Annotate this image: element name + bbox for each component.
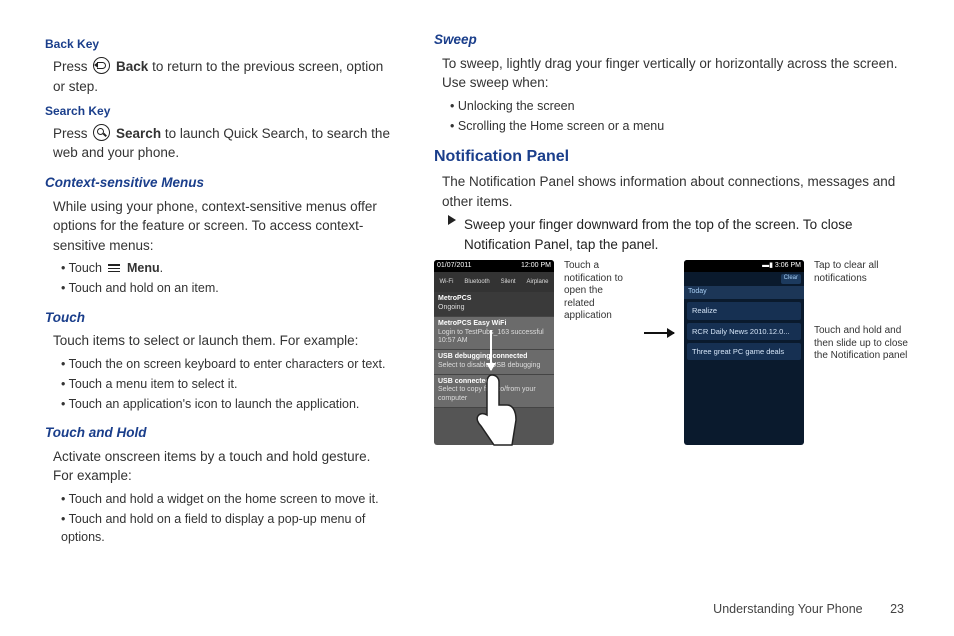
list-item: Touch a menu item to select it. xyxy=(61,375,394,393)
list-item: Scrolling the Home screen or a menu xyxy=(450,117,909,135)
notification-figure: 01/07/2011 12:00 PM Wi-Fi Bluetooth Sile… xyxy=(434,260,909,445)
text: MetroPCS Easy WiFi xyxy=(438,320,506,327)
list-item: Touch and hold on a field to display a p… xyxy=(61,510,394,546)
signal-icon: ▬▮ xyxy=(762,262,773,271)
heading-sweep: Sweep xyxy=(434,30,909,50)
phone2-statusbar: ▬▮ 3:06 PM xyxy=(684,260,804,272)
phone1-section: MetroPCS Ongoing xyxy=(434,292,554,317)
annotation-right: Tap to clear all notifications Touch and… xyxy=(814,260,909,363)
page-columns: Back Key Press Back to return to the pre… xyxy=(0,0,954,562)
annotation-left: Touch a notification to open the related… xyxy=(564,260,634,323)
status-date: 01/07/2011 xyxy=(437,262,472,271)
annotation-close: Touch and hold and then slide up to clos… xyxy=(814,325,909,363)
heading-notification-panel: Notification Panel xyxy=(434,145,909,168)
swipe-down-arrow-icon xyxy=(490,330,492,370)
notif-body: The Notification Panel shows information… xyxy=(442,172,909,211)
phone1-row: MetroPCS Easy WiFi Login to TestPubs_163… xyxy=(434,317,554,350)
touch-hold-list: Touch and hold a widget on the home scre… xyxy=(53,490,394,546)
text: USB connected xyxy=(438,378,490,385)
back-icon xyxy=(93,57,110,74)
sweep-body: To sweep, lightly drag your finger verti… xyxy=(442,54,909,93)
left-column: Back Key Press Back to return to the pre… xyxy=(45,30,394,552)
phone2-card: RCR Daily News 2010.12.0... xyxy=(687,323,801,340)
context-menus-list: Touch Menu. Touch and hold on an item. xyxy=(53,259,394,297)
list-item: Touch and hold a widget on the home scre… xyxy=(61,490,394,508)
search-key-body: Press Search to launch Quick Search, to … xyxy=(53,124,394,163)
text: Press xyxy=(53,59,91,74)
sweep-list: Unlocking the screen Scrolling the Home … xyxy=(442,97,909,135)
text: Ongoing xyxy=(438,304,464,311)
menu-icon xyxy=(108,263,120,275)
list-item: Touch the on screen keyboard to enter ch… xyxy=(61,355,394,373)
list-item: Unlocking the screen xyxy=(450,97,909,115)
back-label: Back xyxy=(116,59,148,74)
heading-context-menus: Context-sensitive Menus xyxy=(45,173,394,193)
list-item: Touch and hold on an item. xyxy=(61,279,394,297)
list-item: Touch an application's icon to launch th… xyxy=(61,395,394,413)
phone1-row: USB connected Select to copy files to/fr… xyxy=(434,375,554,408)
phone1-statusbar: 01/07/2011 12:00 PM xyxy=(434,260,554,272)
phone2-card: Three great PC game deals xyxy=(687,343,801,360)
touch-hold-body: Activate onscreen items by a touch and h… xyxy=(53,447,394,486)
heading-touch: Touch xyxy=(45,308,394,328)
menu-label: Menu xyxy=(127,261,160,275)
back-key-body: Press Back to return to the previous scr… xyxy=(53,57,394,96)
right-column: Sweep To sweep, lightly drag your finger… xyxy=(434,30,909,552)
phone2-clear-button: Clear xyxy=(781,274,801,284)
phone1-wrap: 01/07/2011 12:00 PM Wi-Fi Bluetooth Sile… xyxy=(434,260,554,445)
status-time: 12:00 PM xyxy=(521,262,551,271)
toggle: Silent xyxy=(501,279,516,287)
touch-list: Touch the on screen keyboard to enter ch… xyxy=(53,355,394,413)
phone1-screenshot: 01/07/2011 12:00 PM Wi-Fi Bluetooth Sile… xyxy=(434,260,554,445)
context-menus-body: While using your phone, context-sensitiv… xyxy=(53,197,394,256)
search-icon xyxy=(93,124,110,141)
arrow-right-icon xyxy=(644,332,674,334)
step-arrow-icon xyxy=(448,215,456,225)
text: USB debugging connected xyxy=(438,353,527,360)
status-time: 3:06 PM xyxy=(775,262,801,271)
page-number: 23 xyxy=(890,602,904,616)
heading-touch-hold: Touch and Hold xyxy=(45,423,394,443)
page-footer: Understanding Your Phone 23 xyxy=(713,602,904,616)
text: Select to copy files to/from your comput… xyxy=(438,386,536,402)
phone2-today-header: Today xyxy=(684,286,804,299)
phone2-screenshot: ▬▮ 3:06 PM Clear Today Realize RCR Daily… xyxy=(684,260,804,445)
notif-step-text: Sweep your finger downward from the top … xyxy=(464,215,909,254)
footer-section: Understanding Your Phone xyxy=(713,602,862,616)
list-item: Touch Menu. xyxy=(61,259,394,277)
search-label: Search xyxy=(116,126,161,141)
toggle: Airplane xyxy=(526,279,548,287)
toggle: Bluetooth xyxy=(464,279,489,287)
text: MetroPCS xyxy=(438,295,471,302)
notif-step: Sweep your finger downward from the top … xyxy=(448,215,909,254)
toggle: Wi-Fi xyxy=(439,279,453,287)
phone1-quick-toggles: Wi-Fi Bluetooth Silent Airplane xyxy=(434,272,554,292)
annotation-clear: Tap to clear all notifications xyxy=(814,260,909,285)
text: Touch xyxy=(69,261,106,275)
touch-body: Touch items to select or launch them. Fo… xyxy=(53,331,394,351)
heading-back-key: Back Key xyxy=(45,36,394,53)
heading-search-key: Search Key xyxy=(45,103,394,120)
text: . xyxy=(160,261,163,275)
phone2-card: Realize xyxy=(687,302,801,319)
text: Press xyxy=(53,126,91,141)
